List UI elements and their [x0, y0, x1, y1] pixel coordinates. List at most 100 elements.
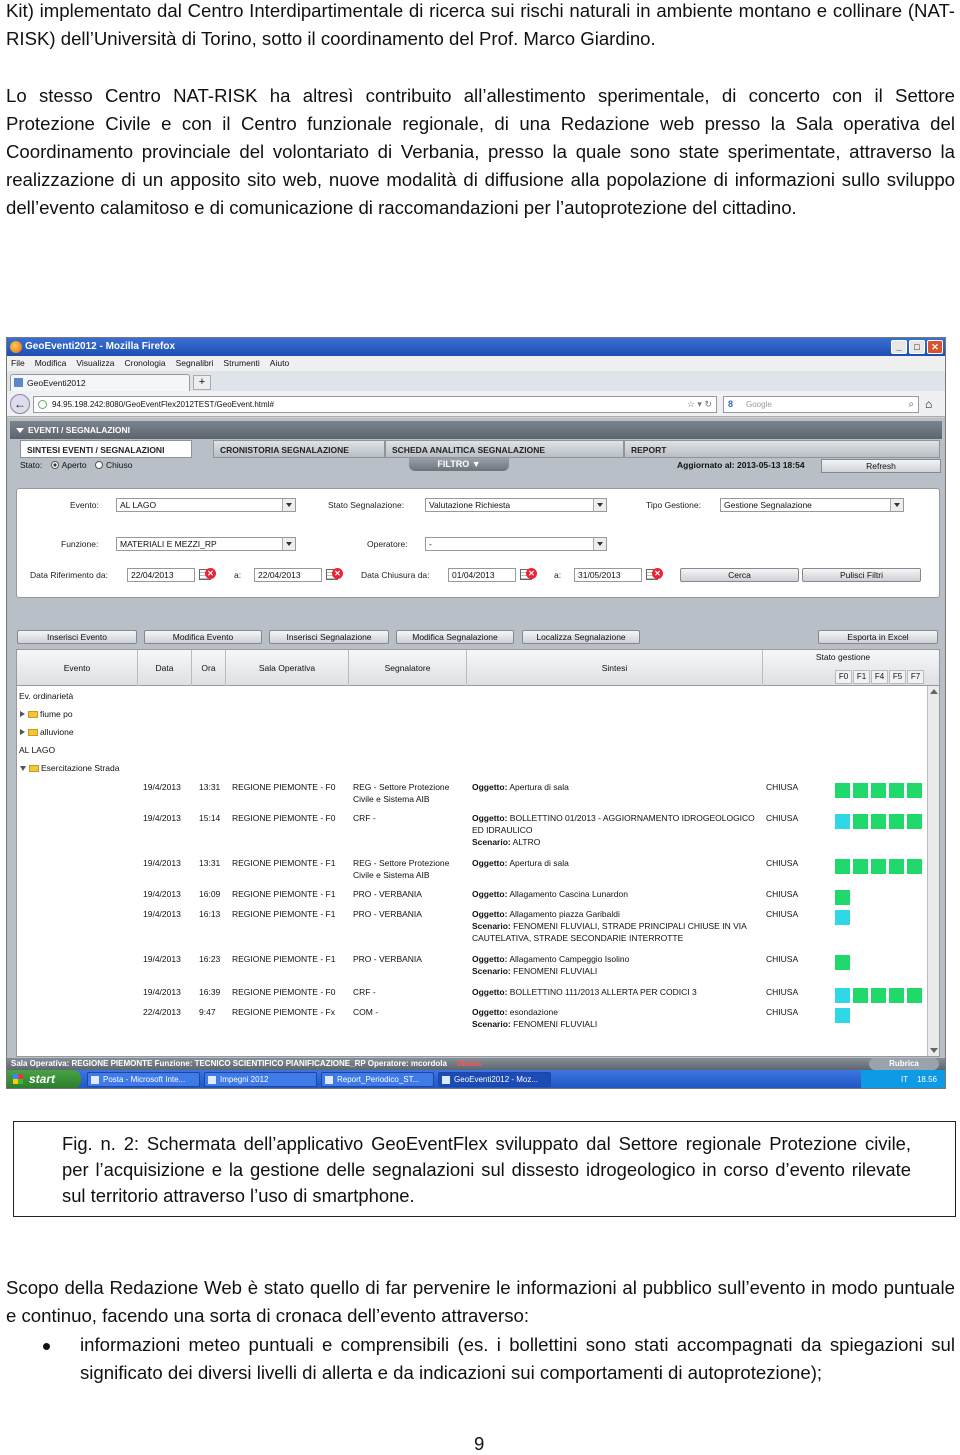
filtro-toggle[interactable]: FILTRO ▼: [409, 458, 509, 471]
menu-strumenti[interactable]: Strumenti: [223, 356, 259, 371]
url-bar[interactable]: 94.95.198.242:8080/GeoEventFlex2012TEST/…: [33, 396, 717, 413]
col-sala-operativa[interactable]: Sala Operativa: [226, 650, 349, 686]
new-tab-button[interactable]: +: [193, 375, 211, 390]
col-evento[interactable]: Evento: [17, 650, 138, 686]
browser-tab[interactable]: GeoEventi2012: [10, 374, 190, 391]
modifica-evento-button[interactable]: Modifica Evento: [144, 630, 262, 644]
tab-report[interactable]: REPORT: [624, 440, 940, 458]
radio-chiuso[interactable]: [95, 461, 104, 469]
close-button[interactable]: ✕: [927, 340, 943, 354]
tree-ev-ordinarieta[interactable]: Ev. ordinarietà: [19, 691, 73, 701]
status-square: [871, 988, 886, 1003]
expand-icon[interactable]: [20, 711, 25, 717]
col-f1[interactable]: F1: [853, 670, 870, 684]
pulisci-filtri-button[interactable]: Pulisci Filtri: [802, 568, 921, 582]
row-stato: CHIUSA: [766, 1007, 799, 1017]
oggetto-text: Allagamento Campeggio Isolino: [509, 954, 630, 964]
menu-visualizza[interactable]: Visualizza: [76, 356, 114, 371]
clear-icon[interactable]: ✕: [332, 568, 343, 579]
modifica-segnalazione-button[interactable]: Modifica Segnalazione: [396, 630, 514, 644]
funzione-select[interactable]: MATERIALI E MEZZI_RP: [116, 537, 296, 551]
task-posta[interactable]: Posta - Microsoft Inte...: [87, 1072, 200, 1087]
back-button[interactable]: ←: [10, 394, 30, 414]
menu-cronologia[interactable]: Cronologia: [124, 356, 165, 371]
tree-fiume-po[interactable]: fiume po: [20, 709, 73, 719]
localizza-segnalazione-button[interactable]: Localizza Segnalazione: [522, 630, 640, 644]
bookmark-star-icon[interactable]: ☆ ▾ ↻: [687, 397, 712, 412]
col-sintesi[interactable]: Sintesi: [467, 650, 763, 686]
scenario-label: Scenario:: [472, 837, 511, 847]
chevron-down-icon: [282, 538, 295, 550]
col-f7[interactable]: F7: [907, 670, 924, 684]
radio-aperto[interactable]: [50, 461, 59, 469]
scroll-down-icon[interactable]: [930, 1048, 938, 1053]
row-segnalatore: REG - Settore Protezione Civile e Sistem…: [353, 782, 450, 804]
menu-segnalibri[interactable]: Segnalibri: [176, 356, 214, 371]
collapse-icon[interactable]: [20, 766, 26, 771]
inserisci-segnalazione-button[interactable]: Inserisci Segnalazione: [269, 630, 389, 644]
tab-scheda-analitica[interactable]: SCHEDA ANALITICA SEGNALAZIONE: [385, 440, 624, 458]
col-f5[interactable]: F5: [889, 670, 906, 684]
col-f4[interactable]: F4: [871, 670, 888, 684]
data-chiusura-to-value: 31/05/2013: [578, 570, 621, 580]
navigation-bar: ← 94.95.198.242:8080/GeoEventFlex2012TES…: [7, 391, 945, 417]
bullet-dot: [43, 1343, 50, 1350]
menu-modifica[interactable]: Modifica: [35, 356, 67, 371]
stato-segnalazione-select[interactable]: Valutazione Richiesta: [425, 498, 607, 512]
language-indicator[interactable]: IT: [901, 1075, 908, 1084]
clear-icon[interactable]: ✕: [526, 568, 537, 579]
data-riferimento-to[interactable]: 22/04/2013: [254, 568, 322, 582]
row-segnalatore: REG - Settore Protezione Civile e Sistem…: [353, 858, 450, 880]
minimize-button[interactable]: _: [891, 340, 907, 354]
col-data[interactable]: Data: [138, 650, 192, 686]
rubrica-button[interactable]: Rubrica: [869, 1058, 939, 1070]
evento-select[interactable]: AL LAGO: [116, 498, 296, 512]
tipo-gestione-select[interactable]: Gestione Segnalazione: [720, 498, 904, 512]
col-segnalatore[interactable]: Segnalatore: [349, 650, 467, 686]
row-time: 9:47: [199, 1007, 216, 1017]
esporta-excel-button[interactable]: Esporta in Excel: [818, 630, 938, 644]
start-button[interactable]: start: [7, 1070, 81, 1088]
windows-taskbar: start Posta - Microsoft Inte... Impegni …: [7, 1070, 945, 1088]
data-chiusura-from[interactable]: 01/04/2013: [448, 568, 516, 582]
scroll-up-icon[interactable]: [930, 689, 938, 694]
menu-aiuto[interactable]: Aiuto: [270, 356, 289, 371]
task-report[interactable]: Report_Periodico_ST...: [321, 1072, 434, 1087]
screenshot-geoeventflex: GeoEventi2012 - Mozilla Firefox _ □ ✕ Fi…: [6, 337, 946, 1089]
funzione-value: MATERIALI E MEZZI_RP: [120, 539, 217, 549]
col-ora[interactable]: Ora: [192, 650, 226, 686]
home-icon[interactable]: ⌂: [925, 397, 932, 411]
menu-bar: File Modifica Visualizza Cronologia Segn…: [7, 356, 945, 371]
paragraph-nat-risk: Lo stesso Centro NAT-RISK ha altresì con…: [6, 85, 955, 218]
tab-sintesi[interactable]: SINTESI EVENTI / SEGNALAZIONI: [20, 440, 192, 458]
search-icon[interactable]: ⌕: [908, 397, 914, 412]
col-f0[interactable]: F0: [835, 670, 852, 684]
refresh-button[interactable]: Refresh: [821, 459, 941, 473]
clear-icon[interactable]: ✕: [652, 568, 663, 579]
tree-alluvione[interactable]: alluvione: [20, 727, 74, 737]
section-header[interactable]: EVENTI / SEGNALAZIONI: [10, 421, 942, 439]
status-square: [835, 910, 850, 925]
tree-esercitazione-strada[interactable]: Esercitazione Strada: [20, 763, 119, 773]
maximize-button[interactable]: □: [909, 340, 925, 354]
task-impegni[interactable]: Impegni 2012: [204, 1072, 317, 1087]
data-chiusura-to[interactable]: 31/05/2013: [574, 568, 642, 582]
inserisci-evento-button[interactable]: Inserisci Evento: [17, 630, 137, 644]
expand-icon[interactable]: [20, 729, 25, 735]
tree-al-lago[interactable]: AL LAGO: [19, 745, 55, 755]
google-logo-icon: 8: [728, 399, 734, 409]
menu-file[interactable]: File: [11, 356, 25, 371]
operatore-select[interactable]: -: [425, 537, 607, 551]
row-sala: REGIONE PIEMONTE - F0: [232, 813, 336, 823]
task-geoeventi[interactable]: GeoEventi2012 - Moz...: [438, 1072, 551, 1087]
data-riferimento-from[interactable]: 22/04/2013: [127, 568, 195, 582]
row-sintesi: Oggetto: Allagamento piazza Garibaldi Sce…: [472, 908, 762, 944]
cerca-button[interactable]: Cerca: [680, 568, 799, 582]
tab-cronistoria[interactable]: CRONISTORIA SEGNALAZIONE: [213, 440, 385, 458]
oggetto-label: Oggetto:: [472, 858, 508, 868]
oggetto-label: Oggetto:: [472, 1007, 508, 1017]
clear-icon[interactable]: ✕: [205, 568, 216, 579]
grid-scrollbar[interactable]: [927, 686, 939, 1056]
status-square: [871, 783, 886, 798]
search-bar[interactable]: 8 Google ⌕: [723, 396, 919, 413]
